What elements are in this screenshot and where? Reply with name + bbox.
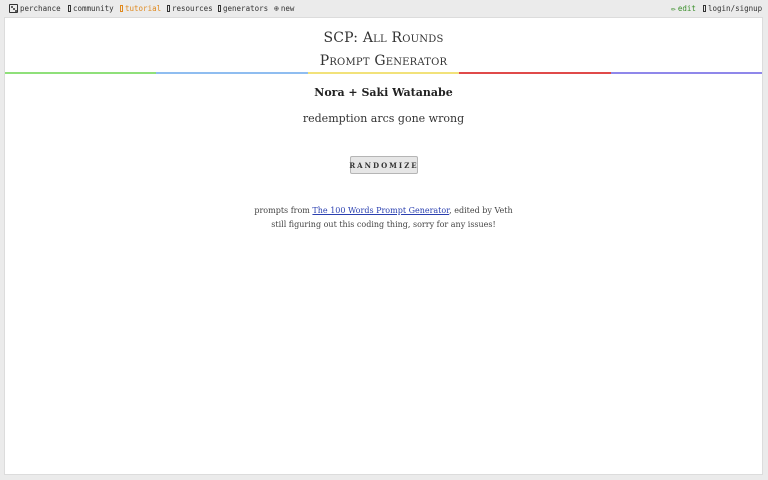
community-icon — [68, 5, 71, 12]
credits-note: still figuring out this coding thing, so… — [271, 220, 496, 229]
nav-edit-label: edit — [677, 4, 696, 13]
dice-icon — [9, 4, 18, 13]
divider-segment-green — [5, 72, 157, 74]
nav-new-label: new — [280, 4, 295, 13]
generated-prompt: redemption arcs gone wrong — [302, 112, 465, 125]
page-subtitle: Prompt Generator — [319, 53, 448, 69]
nav-perchance[interactable]: perchance — [9, 3, 61, 14]
nav-new[interactable]: ⊕ new — [274, 3, 294, 14]
divider-segment-blue — [156, 72, 308, 74]
plus-circle-icon: ⊕ — [274, 3, 279, 13]
credits-prefix: prompts from — [254, 206, 313, 215]
generators-icon — [218, 5, 221, 12]
nav-community[interactable]: community — [68, 3, 114, 14]
source-link[interactable]: The 100 Words Prompt Generator — [312, 206, 449, 215]
nav-perchance-label: perchance — [20, 4, 61, 13]
tutorial-icon — [120, 5, 123, 12]
nav-generators-label: generators — [223, 4, 269, 13]
resources-icon — [167, 5, 170, 12]
generator-panel: SCP: All Rounds Prompt Generator Nora + … — [4, 17, 763, 475]
character-names: Nora + Saki Watanabe — [314, 86, 453, 99]
nav-edit[interactable]: ✏ edit — [671, 3, 696, 14]
nav-generators[interactable]: generators — [218, 3, 268, 14]
randomize-button[interactable]: RANDOMIZE — [349, 156, 418, 174]
credits-line: prompts from The 100 Words Prompt Genera… — [5, 206, 762, 215]
nav-resources-label: resources — [172, 4, 213, 13]
credits-suffix: , edited by Veth — [449, 206, 513, 215]
nav-login[interactable]: login/signup — [703, 3, 762, 14]
nav-community-label: community — [73, 4, 114, 13]
divider-segment-purple — [610, 72, 763, 74]
page-title: SCP: All Rounds — [323, 30, 444, 46]
divider-segment-yellow — [307, 72, 460, 74]
nav-tutorial[interactable]: tutorial — [120, 3, 161, 14]
nav-login-label: login/signup — [708, 4, 763, 13]
pencil-icon: ✏ — [671, 3, 676, 13]
user-icon — [703, 5, 706, 12]
top-nav-bar: perchance community tutorial resources g… — [0, 0, 768, 17]
rainbow-divider — [5, 72, 763, 74]
nav-tutorial-label: tutorial — [125, 4, 162, 13]
divider-segment-red — [459, 72, 611, 74]
nav-resources[interactable]: resources — [167, 3, 213, 14]
